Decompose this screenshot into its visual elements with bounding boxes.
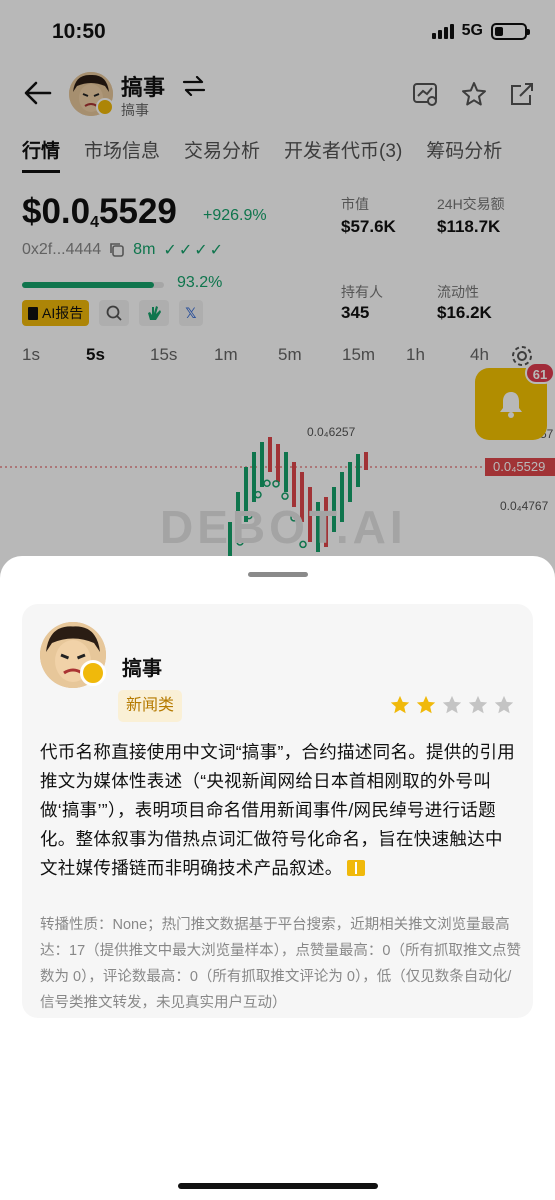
- home-indicator: [178, 1183, 378, 1189]
- rating-stars: [389, 694, 515, 716]
- star-filled-icon: [390, 695, 410, 714]
- narrative-description: 代币名称直接使用中文词“搞事”，合约描述同名。提供的引用推文为媒体性表述（“央视…: [40, 742, 516, 878]
- ai-narrative-sheet: 搞事 新闻类 代币名称直接使用中文词“搞事”，合约描述同名。提供的引用推文为媒体…: [0, 556, 555, 1200]
- propagation-meta: 转播性质：None；热门推文数据基于平台搜索，近期相关推文浏览量最高达：17（提…: [40, 917, 521, 1011]
- narrative-card: 搞事 新闻类 代币名称直接使用中文词“搞事”，合约描述同名。提供的引用推文为媒体…: [22, 604, 533, 1018]
- star-filled-icon: [416, 695, 436, 714]
- category-tag: 新闻类: [118, 690, 183, 722]
- book-icon[interactable]: [346, 860, 365, 876]
- card-chain-badge-icon: [80, 660, 106, 686]
- card-token-name: 搞事: [122, 658, 162, 680]
- sheet-grabber[interactable]: [248, 572, 308, 577]
- star-empty-icon: [494, 695, 514, 714]
- star-empty-icon: [468, 695, 488, 714]
- star-empty-icon: [442, 695, 462, 714]
